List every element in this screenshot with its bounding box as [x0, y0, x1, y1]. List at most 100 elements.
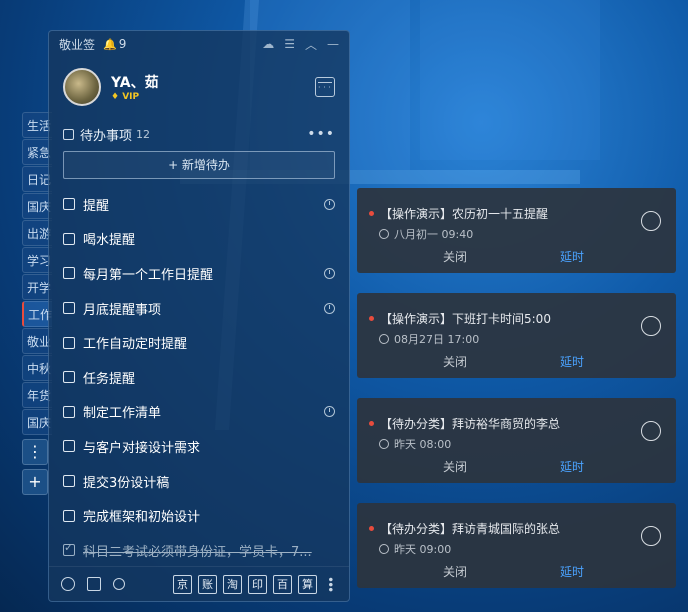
todo-item[interactable]: 完成框架和初始设计	[63, 498, 335, 533]
todo-text: 提交3份设计稿	[83, 475, 170, 491]
reminder-time: 八月初一 09:40	[394, 228, 474, 241]
todo-text: 科目二考试必须带身份证，学员卡，7...	[83, 544, 312, 560]
repeat-icon	[379, 229, 389, 239]
todo-text: 制定工作清单	[83, 406, 162, 422]
todo-checkbox[interactable]	[63, 198, 75, 211]
todo-section-header: 待办事项 12 •••	[49, 121, 349, 147]
todo-item[interactable]: 喝水提醒	[63, 222, 335, 257]
search-icon[interactable]	[113, 578, 125, 590]
red-dot-icon	[369, 211, 374, 216]
delay-button[interactable]: 延时	[560, 248, 584, 265]
todo-item[interactable]: 提醒	[63, 187, 335, 222]
reminder-card: 【操作演示】农历初一十五提醒 八月初一 09:40 关闭 延时	[357, 188, 676, 273]
bell-icon[interactable]: 🔔	[103, 38, 117, 51]
close-button[interactable]: 关闭	[443, 353, 467, 370]
red-dot-icon	[369, 316, 374, 321]
reminder-card: 【待办分类】拜访青城国际的张总 昨天 09:00 关闭 延时	[357, 503, 676, 588]
todo-checkbox[interactable]	[63, 232, 75, 245]
clock-icon[interactable]	[61, 577, 75, 591]
delay-button[interactable]: 延时	[560, 458, 584, 475]
tool-account[interactable]: 账	[198, 574, 217, 594]
complete-circle-button[interactable]	[641, 211, 661, 231]
bottom-toolbar: 京 账 淘 印 百 算 •••	[49, 566, 349, 601]
menu-icon[interactable]: ☰	[284, 37, 295, 51]
todo-checkbox[interactable]	[63, 509, 75, 522]
complete-circle-button[interactable]	[641, 421, 661, 441]
todo-icon	[63, 128, 74, 140]
complete-circle-button[interactable]	[641, 526, 661, 546]
reminder-time: 昨天 09:00	[394, 543, 452, 556]
tool-print[interactable]: 印	[248, 574, 267, 594]
close-button[interactable]: 关闭	[443, 563, 467, 580]
reminder-card: 【操作演示】下班打卡时间5:00 08月27日 17:00 关闭 延时	[357, 293, 676, 378]
todo-item[interactable]: 工作自动定时提醒	[63, 325, 335, 360]
repeat-icon	[379, 334, 389, 344]
todo-checkbox[interactable]	[63, 371, 75, 384]
reminder-time: 08月27日 17:00	[394, 333, 480, 346]
todo-checkbox[interactable]	[63, 541, 75, 557]
todo-checkbox[interactable]	[63, 336, 75, 349]
todo-checkbox[interactable]	[63, 267, 75, 280]
tool-baidu[interactable]: 百	[273, 574, 292, 594]
tool-jd[interactable]: 京	[173, 574, 192, 594]
reminder-time: 昨天 08:00	[394, 438, 452, 451]
red-dot-icon	[369, 526, 374, 531]
reminder-title: 【待办分类】拜访青城国际的张总	[380, 522, 561, 536]
close-button[interactable]: 关闭	[443, 458, 467, 475]
todo-text: 完成框架和初始设计	[83, 510, 201, 526]
todo-text: 月底提醒事项	[83, 302, 162, 318]
checklist-icon[interactable]	[87, 577, 101, 591]
complete-circle-button[interactable]	[641, 316, 661, 336]
collapse-icon[interactable]: ︿	[305, 36, 317, 53]
todo-item[interactable]: 制定工作清单	[63, 395, 335, 430]
todo-item[interactable]: 提交3份设计稿	[63, 464, 335, 499]
todo-checkbox[interactable]	[63, 440, 75, 453]
todo-list: 提醒喝水提醒每月第一个工作日提醒 月底提醒事项工作自动定时提醒 任务提醒制定工作清单…	[49, 187, 349, 568]
todo-count: 12	[136, 127, 151, 141]
delay-button[interactable]: 延时	[560, 563, 584, 580]
todo-text: 提醒	[83, 198, 110, 214]
more-categories-button[interactable]: ⋮	[22, 439, 48, 465]
tool-taobao[interactable]: 淘	[223, 574, 242, 594]
cloud-sync-icon[interactable]: ☁	[262, 37, 274, 51]
reminder-title: 【待办分类】拜访裕华商贸的李总	[380, 417, 561, 431]
add-category-button[interactable]: +	[22, 469, 48, 495]
reminder-card: 【待办分类】拜访裕华商贸的李总 昨天 08:00 关闭 延时	[357, 398, 676, 483]
section-title: 待办事项	[80, 128, 133, 144]
todo-text: 每月第一个工作日提醒	[83, 267, 214, 283]
todo-text: 工作自动定时提醒	[83, 337, 188, 353]
todo-text: 任务提醒	[83, 371, 136, 387]
diamond-icon: ♦	[111, 92, 120, 102]
todo-item[interactable]: 科目二考试必须带身份证，学员卡，7...	[63, 533, 335, 568]
todo-item[interactable]: 月底提醒事项	[63, 291, 335, 326]
delay-button[interactable]: 延时	[560, 353, 584, 370]
add-todo-button[interactable]: + 新增待办	[63, 151, 335, 179]
calendar-icon[interactable]	[315, 77, 335, 97]
todo-item[interactable]: 任务提醒	[63, 360, 335, 395]
todo-checkbox[interactable]	[63, 405, 75, 418]
more-tools-icon[interactable]: •••	[323, 576, 337, 591]
reminder-title: 【操作演示】农历初一十五提醒	[380, 207, 549, 221]
user-name: YA、茹	[111, 75, 159, 91]
main-panel: 敬业签 🔔 9 ☁ ☰ ︿ — YA、茹 ♦ VIP 待办事项 12 ••• +…	[48, 30, 350, 602]
clock-icon	[379, 544, 389, 554]
todo-checkbox[interactable]	[63, 302, 75, 315]
todo-checkbox[interactable]	[63, 475, 75, 488]
notification-count: 9	[118, 37, 127, 51]
reminder-clock-icon	[324, 406, 335, 418]
todo-text: 与客户对接设计需求	[83, 440, 201, 456]
app-name: 敬业签	[59, 37, 96, 52]
close-button[interactable]: 关闭	[443, 248, 467, 265]
todo-item[interactable]: 每月第一个工作日提醒	[63, 256, 335, 291]
user-profile: YA、茹 ♦ VIP	[49, 57, 349, 117]
tool-calculator[interactable]: 算	[298, 574, 317, 594]
reminder-title: 【操作演示】下班打卡时间5:00	[380, 312, 551, 326]
minimize-icon[interactable]: —	[327, 37, 339, 51]
desktop-wallpaper-pane	[420, 0, 600, 160]
vip-badge: VIP	[122, 92, 140, 102]
avatar[interactable]	[63, 68, 101, 106]
todo-item[interactable]: 与客户对接设计需求	[63, 429, 335, 464]
clock-icon	[379, 439, 389, 449]
more-options-icon[interactable]: •••	[307, 126, 335, 142]
todo-text: 喝水提醒	[83, 233, 136, 249]
